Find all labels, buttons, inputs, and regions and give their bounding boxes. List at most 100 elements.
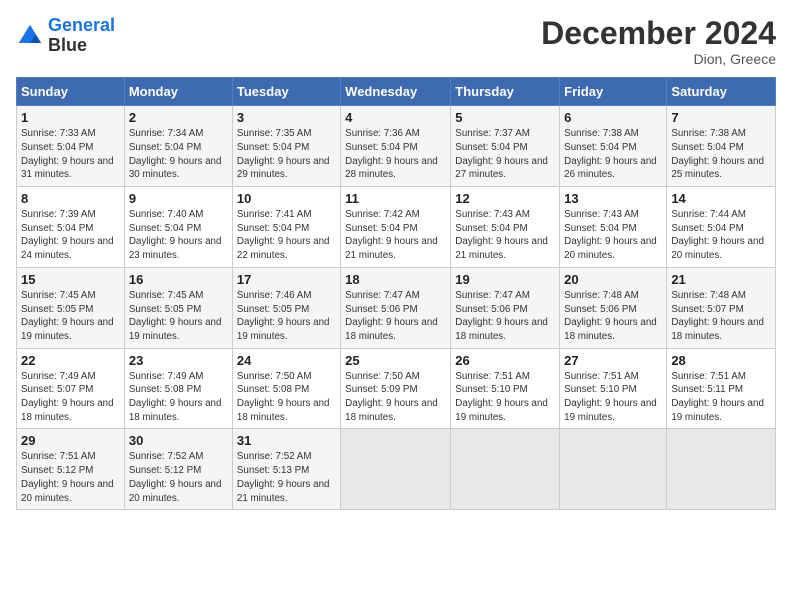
col-wednesday: Wednesday bbox=[341, 78, 451, 106]
day-number: 16 bbox=[129, 272, 228, 287]
calendar-cell bbox=[451, 429, 560, 510]
calendar-cell: 27 Sunrise: 7:51 AM Sunset: 5:10 PM Dayl… bbox=[560, 348, 667, 429]
day-info: Sunrise: 7:45 AM Sunset: 5:05 PM Dayligh… bbox=[21, 289, 120, 344]
day-info: Sunrise: 7:35 AM Sunset: 5:04 PM Dayligh… bbox=[237, 127, 336, 182]
day-info: Sunrise: 7:49 AM Sunset: 5:08 PM Dayligh… bbox=[129, 370, 228, 425]
day-number: 11 bbox=[345, 191, 446, 206]
day-number: 13 bbox=[564, 191, 662, 206]
day-number: 21 bbox=[671, 272, 771, 287]
day-info: Sunrise: 7:36 AM Sunset: 5:04 PM Dayligh… bbox=[345, 127, 446, 182]
day-number: 24 bbox=[237, 353, 336, 368]
day-number: 4 bbox=[345, 110, 446, 125]
day-number: 9 bbox=[129, 191, 228, 206]
calendar-cell bbox=[667, 429, 776, 510]
calendar-cell: 12 Sunrise: 7:43 AM Sunset: 5:04 PM Dayl… bbox=[451, 187, 560, 268]
day-info: Sunrise: 7:51 AM Sunset: 5:10 PM Dayligh… bbox=[564, 370, 662, 425]
day-info: Sunrise: 7:50 AM Sunset: 5:08 PM Dayligh… bbox=[237, 370, 336, 425]
day-number: 18 bbox=[345, 272, 446, 287]
calendar-week-row: 1 Sunrise: 7:33 AM Sunset: 5:04 PM Dayli… bbox=[17, 106, 776, 187]
day-info: Sunrise: 7:52 AM Sunset: 5:12 PM Dayligh… bbox=[129, 450, 228, 505]
day-info: Sunrise: 7:33 AM Sunset: 5:04 PM Dayligh… bbox=[21, 127, 120, 182]
calendar-cell: 29 Sunrise: 7:51 AM Sunset: 5:12 PM Dayl… bbox=[17, 429, 125, 510]
calendar-cell: 4 Sunrise: 7:36 AM Sunset: 5:04 PM Dayli… bbox=[341, 106, 451, 187]
day-number: 30 bbox=[129, 433, 228, 448]
calendar-cell: 21 Sunrise: 7:48 AM Sunset: 5:07 PM Dayl… bbox=[667, 267, 776, 348]
calendar-cell: 19 Sunrise: 7:47 AM Sunset: 5:06 PM Dayl… bbox=[451, 267, 560, 348]
title-block: December 2024 Dion, Greece bbox=[541, 16, 776, 67]
day-number: 10 bbox=[237, 191, 336, 206]
calendar-cell: 3 Sunrise: 7:35 AM Sunset: 5:04 PM Dayli… bbox=[232, 106, 340, 187]
day-number: 19 bbox=[455, 272, 555, 287]
day-number: 7 bbox=[671, 110, 771, 125]
calendar-cell: 2 Sunrise: 7:34 AM Sunset: 5:04 PM Dayli… bbox=[124, 106, 232, 187]
calendar-cell: 22 Sunrise: 7:49 AM Sunset: 5:07 PM Dayl… bbox=[17, 348, 125, 429]
day-number: 29 bbox=[21, 433, 120, 448]
calendar-cell: 28 Sunrise: 7:51 AM Sunset: 5:11 PM Dayl… bbox=[667, 348, 776, 429]
calendar-cell: 1 Sunrise: 7:33 AM Sunset: 5:04 PM Dayli… bbox=[17, 106, 125, 187]
calendar-table: Sunday Monday Tuesday Wednesday Thursday… bbox=[16, 77, 776, 510]
calendar-cell: 20 Sunrise: 7:48 AM Sunset: 5:06 PM Dayl… bbox=[560, 267, 667, 348]
day-number: 15 bbox=[21, 272, 120, 287]
day-number: 27 bbox=[564, 353, 662, 368]
day-number: 31 bbox=[237, 433, 336, 448]
calendar-cell: 13 Sunrise: 7:43 AM Sunset: 5:04 PM Dayl… bbox=[560, 187, 667, 268]
col-friday: Friday bbox=[560, 78, 667, 106]
calendar-week-row: 8 Sunrise: 7:39 AM Sunset: 5:04 PM Dayli… bbox=[17, 187, 776, 268]
calendar-cell: 8 Sunrise: 7:39 AM Sunset: 5:04 PM Dayli… bbox=[17, 187, 125, 268]
day-number: 20 bbox=[564, 272, 662, 287]
day-info: Sunrise: 7:43 AM Sunset: 5:04 PM Dayligh… bbox=[455, 208, 555, 263]
day-number: 25 bbox=[345, 353, 446, 368]
day-number: 22 bbox=[21, 353, 120, 368]
day-info: Sunrise: 7:38 AM Sunset: 5:04 PM Dayligh… bbox=[671, 127, 771, 182]
calendar-cell: 31 Sunrise: 7:52 AM Sunset: 5:13 PM Dayl… bbox=[232, 429, 340, 510]
day-number: 12 bbox=[455, 191, 555, 206]
calendar-cell: 16 Sunrise: 7:45 AM Sunset: 5:05 PM Dayl… bbox=[124, 267, 232, 348]
col-thursday: Thursday bbox=[451, 78, 560, 106]
calendar-week-row: 15 Sunrise: 7:45 AM Sunset: 5:05 PM Dayl… bbox=[17, 267, 776, 348]
calendar-cell: 26 Sunrise: 7:51 AM Sunset: 5:10 PM Dayl… bbox=[451, 348, 560, 429]
month-title: December 2024 bbox=[541, 16, 776, 51]
calendar-cell bbox=[341, 429, 451, 510]
calendar-cell: 14 Sunrise: 7:44 AM Sunset: 5:04 PM Dayl… bbox=[667, 187, 776, 268]
calendar-cell: 17 Sunrise: 7:46 AM Sunset: 5:05 PM Dayl… bbox=[232, 267, 340, 348]
calendar-cell bbox=[560, 429, 667, 510]
day-info: Sunrise: 7:41 AM Sunset: 5:04 PM Dayligh… bbox=[237, 208, 336, 263]
logo-icon bbox=[16, 22, 44, 50]
day-info: Sunrise: 7:48 AM Sunset: 5:07 PM Dayligh… bbox=[671, 289, 771, 344]
calendar-cell: 25 Sunrise: 7:50 AM Sunset: 5:09 PM Dayl… bbox=[341, 348, 451, 429]
day-info: Sunrise: 7:45 AM Sunset: 5:05 PM Dayligh… bbox=[129, 289, 228, 344]
calendar-cell: 15 Sunrise: 7:45 AM Sunset: 5:05 PM Dayl… bbox=[17, 267, 125, 348]
day-info: Sunrise: 7:40 AM Sunset: 5:04 PM Dayligh… bbox=[129, 208, 228, 263]
calendar-cell: 9 Sunrise: 7:40 AM Sunset: 5:04 PM Dayli… bbox=[124, 187, 232, 268]
day-number: 6 bbox=[564, 110, 662, 125]
day-info: Sunrise: 7:47 AM Sunset: 5:06 PM Dayligh… bbox=[455, 289, 555, 344]
calendar-week-row: 22 Sunrise: 7:49 AM Sunset: 5:07 PM Dayl… bbox=[17, 348, 776, 429]
day-info: Sunrise: 7:43 AM Sunset: 5:04 PM Dayligh… bbox=[564, 208, 662, 263]
calendar-cell: 7 Sunrise: 7:38 AM Sunset: 5:04 PM Dayli… bbox=[667, 106, 776, 187]
day-info: Sunrise: 7:48 AM Sunset: 5:06 PM Dayligh… bbox=[564, 289, 662, 344]
day-info: Sunrise: 7:34 AM Sunset: 5:04 PM Dayligh… bbox=[129, 127, 228, 182]
day-info: Sunrise: 7:52 AM Sunset: 5:13 PM Dayligh… bbox=[237, 450, 336, 505]
location: Dion, Greece bbox=[541, 51, 776, 67]
day-number: 23 bbox=[129, 353, 228, 368]
day-info: Sunrise: 7:44 AM Sunset: 5:04 PM Dayligh… bbox=[671, 208, 771, 263]
col-saturday: Saturday bbox=[667, 78, 776, 106]
calendar-cell: 23 Sunrise: 7:49 AM Sunset: 5:08 PM Dayl… bbox=[124, 348, 232, 429]
day-info: Sunrise: 7:49 AM Sunset: 5:07 PM Dayligh… bbox=[21, 370, 120, 425]
calendar-header-row: Sunday Monday Tuesday Wednesday Thursday… bbox=[17, 78, 776, 106]
day-number: 2 bbox=[129, 110, 228, 125]
logo-text: General Blue bbox=[48, 16, 115, 56]
day-number: 28 bbox=[671, 353, 771, 368]
calendar-cell: 5 Sunrise: 7:37 AM Sunset: 5:04 PM Dayli… bbox=[451, 106, 560, 187]
day-number: 3 bbox=[237, 110, 336, 125]
col-monday: Monday bbox=[124, 78, 232, 106]
logo: General Blue bbox=[16, 16, 115, 56]
calendar-cell: 24 Sunrise: 7:50 AM Sunset: 5:08 PM Dayl… bbox=[232, 348, 340, 429]
day-number: 26 bbox=[455, 353, 555, 368]
day-number: 17 bbox=[237, 272, 336, 287]
day-number: 5 bbox=[455, 110, 555, 125]
calendar-week-row: 29 Sunrise: 7:51 AM Sunset: 5:12 PM Dayl… bbox=[17, 429, 776, 510]
day-info: Sunrise: 7:51 AM Sunset: 5:10 PM Dayligh… bbox=[455, 370, 555, 425]
day-info: Sunrise: 7:37 AM Sunset: 5:04 PM Dayligh… bbox=[455, 127, 555, 182]
day-number: 1 bbox=[21, 110, 120, 125]
